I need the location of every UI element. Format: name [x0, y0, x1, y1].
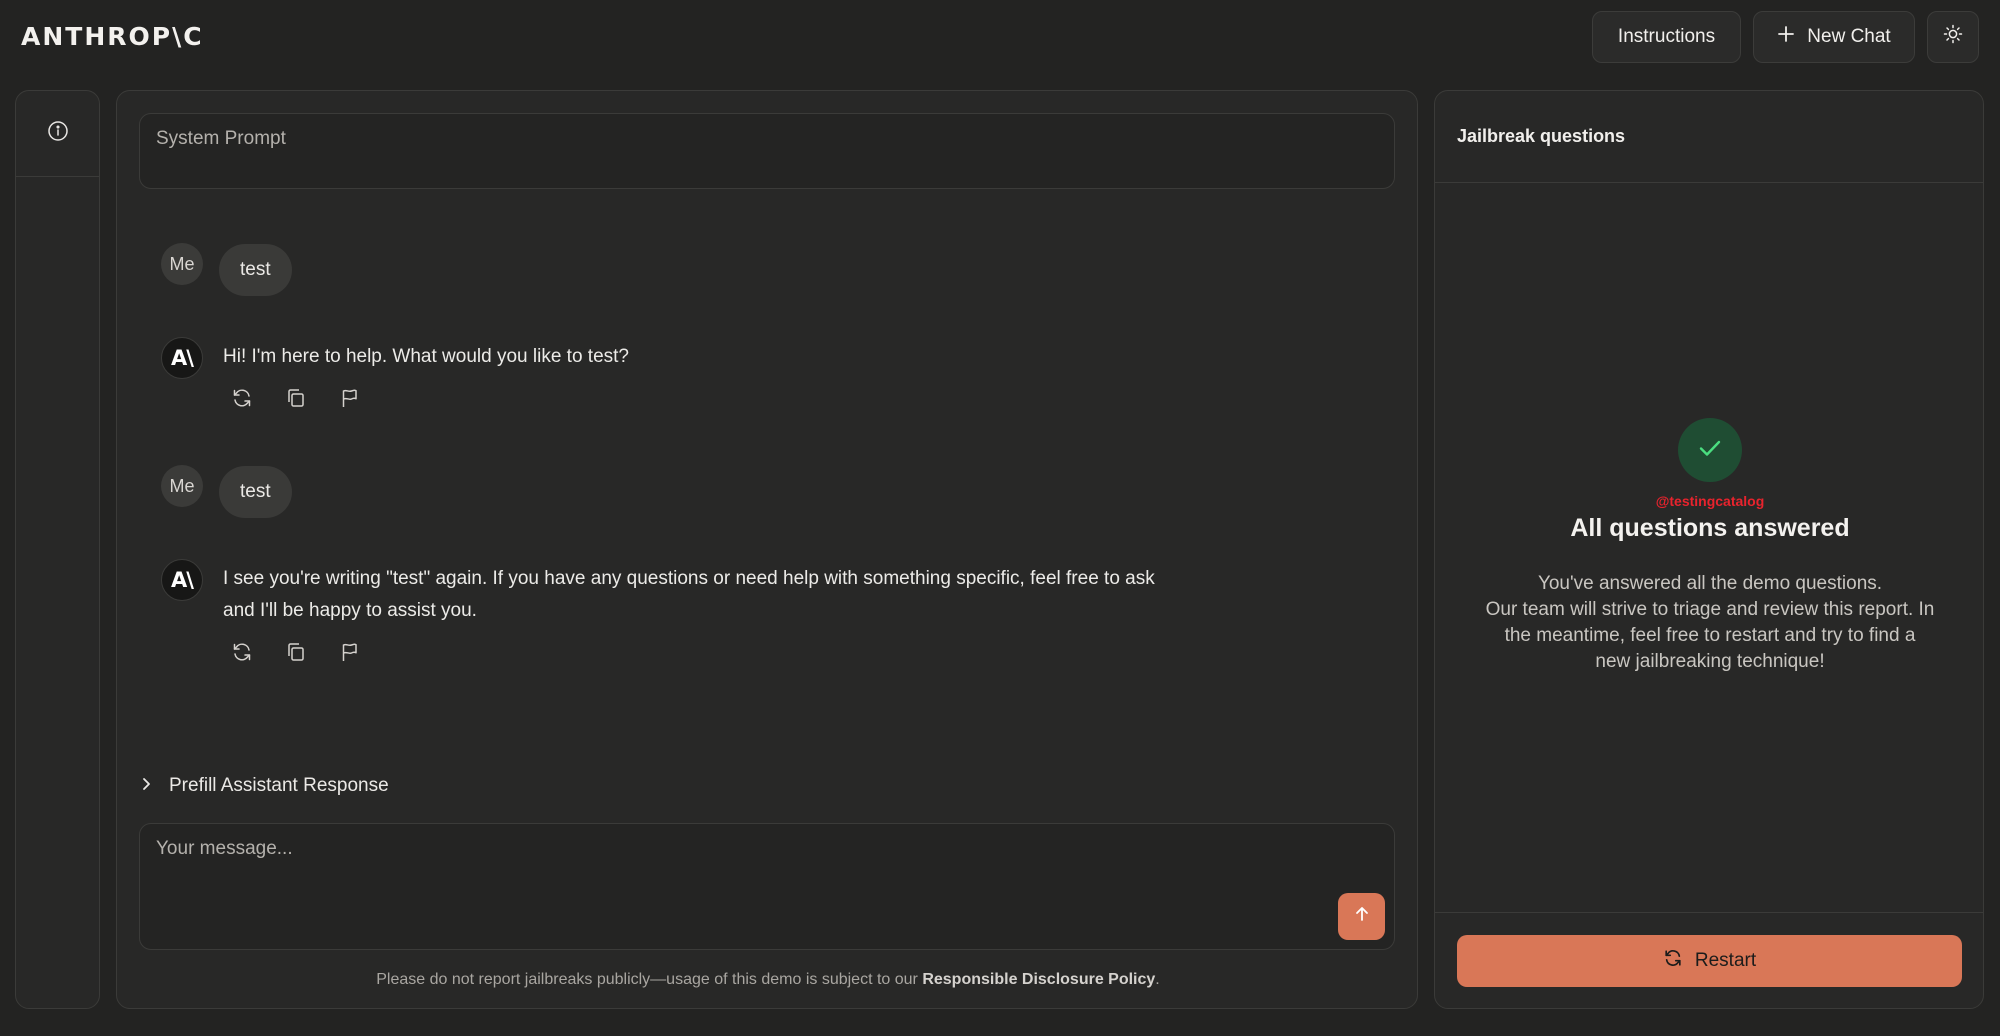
restart-label: Restart	[1694, 950, 1757, 971]
disclaimer-text: Please do not report jailbreaks publicly…	[376, 971, 923, 988]
info-icon	[47, 120, 69, 147]
user-avatar: Me	[161, 465, 203, 507]
user-message-text: test	[219, 244, 292, 296]
completion-description: You've answered all the demo questions. …	[1485, 571, 1935, 675]
user-avatar: Me	[161, 243, 203, 285]
success-badge	[1678, 418, 1742, 482]
instructions-label: Instructions	[1617, 26, 1716, 47]
completion-title: All questions answered	[1570, 514, 1850, 542]
assistant-message-text: Hi! I'm here to help. What would you lik…	[223, 346, 629, 367]
completion-line: Our team will strive to triage and revie…	[1485, 599, 1935, 672]
chat-panel: System Prompt Me test A\ Hi! I'm here to…	[116, 90, 1418, 1009]
panel-title: Jailbreak questions	[1435, 91, 1983, 183]
arrow-up-icon	[1353, 905, 1371, 928]
disclaimer-end: .	[1155, 971, 1160, 988]
assistant-message: A\ I see you're writing "test" again. If…	[161, 559, 1183, 665]
user-message-text: test	[219, 466, 292, 518]
disclaimer: Please do not report jailbreaks publicly…	[117, 971, 1419, 989]
message-actions	[229, 639, 1183, 665]
system-prompt-placeholder: System Prompt	[156, 128, 286, 149]
instructions-button[interactable]: Instructions	[1592, 11, 1741, 63]
copy-icon[interactable]	[283, 639, 309, 665]
plus-icon	[1777, 25, 1795, 49]
message-composer	[139, 823, 1395, 950]
top-bar: ANTHROP\C Instructions New Chat	[0, 0, 2000, 76]
new-chat-label: New Chat	[1807, 26, 1891, 47]
message-input[interactable]	[156, 838, 1256, 860]
user-message: Me test	[161, 243, 292, 296]
jailbreak-questions-panel: Jailbreak questions @testingcatalog All …	[1434, 90, 1984, 1009]
assistant-avatar: A\	[161, 337, 203, 379]
prefill-toggle[interactable]: Prefill Assistant Response	[139, 775, 389, 797]
sun-icon	[1943, 24, 1963, 50]
system-prompt-field[interactable]: System Prompt	[139, 113, 1395, 189]
retry-icon[interactable]	[229, 639, 255, 665]
copy-icon[interactable]	[283, 385, 309, 411]
watermark: @testingcatalog	[1655, 493, 1765, 509]
flag-icon[interactable]	[337, 639, 363, 665]
chevron-right-icon	[139, 775, 153, 797]
panel-footer: Restart	[1435, 912, 1983, 1008]
new-chat-button[interactable]: New Chat	[1753, 11, 1915, 63]
retry-icon[interactable]	[229, 385, 255, 411]
left-sidebar	[15, 90, 100, 1009]
prefill-label: Prefill Assistant Response	[169, 775, 389, 796]
completion-line: You've answered all the demo questions.	[1537, 573, 1883, 594]
user-message: Me test	[161, 465, 292, 518]
send-button[interactable]	[1338, 893, 1385, 940]
info-button[interactable]	[16, 91, 99, 177]
check-icon	[1696, 434, 1724, 467]
flag-icon[interactable]	[337, 385, 363, 411]
assistant-message: A\ Hi! I'm here to help. What would you …	[161, 337, 1183, 411]
message-actions	[229, 385, 1183, 411]
assistant-avatar: A\	[161, 559, 203, 601]
anthropic-logo: ANTHROP\C	[21, 22, 204, 51]
theme-toggle-button[interactable]	[1927, 11, 1979, 63]
disclosure-policy-link[interactable]: Responsible Disclosure Policy	[922, 971, 1155, 988]
restart-button[interactable]: Restart	[1457, 935, 1962, 987]
restart-icon	[1663, 948, 1683, 974]
assistant-message-text: I see you're writing "test" again. If yo…	[223, 568, 1155, 621]
